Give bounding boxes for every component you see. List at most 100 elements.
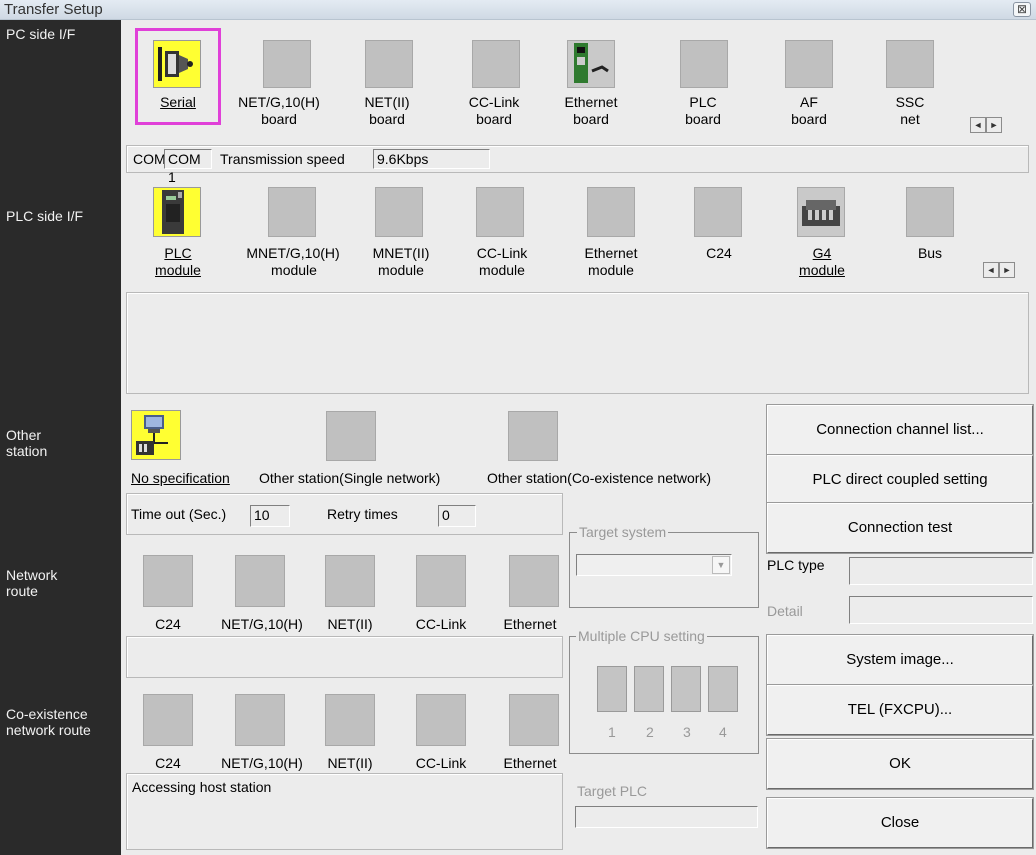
no-specification-label: No specification [131,470,230,486]
plc-side-label: PLC side I/F [6,208,84,224]
com-port-field: COM 1 [164,149,212,185]
detail-label: Detail [767,603,803,619]
scroll-left-icon[interactable]: ◄ [970,117,986,133]
coexistence-net-ii-button[interactable] [325,694,375,746]
network-route-label: C24 [155,616,181,632]
plc-item-label: module [588,262,634,278]
title-bar [0,0,1036,20]
network-route-label: CC-Link [415,616,467,632]
plc-board-button[interactable] [680,40,728,88]
chevron-down-icon[interactable]: ▼ [712,556,730,574]
g4-module-graphic-icon [802,200,840,226]
plc-item-label: module [799,262,845,278]
cpu-3-button[interactable] [671,666,701,712]
coexistence-route-label-1: Co-existence [6,706,88,722]
pc-item-label: board [476,111,512,127]
close-window-button[interactable]: ⊠ [1013,2,1031,17]
pc-item-label: board [685,111,721,127]
plc-item-label: MNET/G,10(H) [246,245,340,261]
network-net-g10h-button[interactable] [235,555,285,607]
serial-connector-icon [158,47,193,81]
cc-link-module-button[interactable] [476,187,524,237]
plc-item-label: MNET(II) [372,245,430,261]
scroll-right-icon[interactable]: ► [986,117,1002,133]
network-ethernet-button[interactable] [509,555,559,607]
cpu-1-button[interactable] [597,666,627,712]
multiple-cpu-legend: Multiple CPU setting [576,628,707,644]
connection-channel-list-button[interactable]: Connection channel list... [766,404,1034,456]
target-system-legend: Target system [577,524,669,540]
tel-fxcpu-button[interactable]: TEL (FXCPU)... [766,684,1034,736]
coexistence-route-label: Ethernet [503,755,557,771]
network-route-label-2: route [6,583,38,599]
network-c24-button[interactable] [143,555,193,607]
plc-module-graphic-icon [162,190,184,234]
ok-button[interactable]: OK [766,738,1034,790]
other-station-coexistence-label: Other station(Co-existence network) [487,470,712,486]
plc-item-label: Bus [917,245,943,261]
cpu-4-button[interactable] [708,666,738,712]
plc-item-label: module [271,262,317,278]
net-g10h-board-button[interactable] [263,40,311,88]
retry-times-input[interactable]: 0 [438,505,476,527]
coexistence-route-label-2: network route [6,722,91,738]
plc-module-icon[interactable] [153,187,201,237]
g4-module-button[interactable] [797,187,845,237]
network-route-label: NET(II) [327,616,373,632]
mnet-ii-module-button[interactable] [375,187,423,237]
coexistence-ethernet-button[interactable] [509,694,559,746]
pc-item-label: PLC [689,94,717,110]
af-board-button[interactable] [785,40,833,88]
pc-item-label: board [369,111,405,127]
plc-item-label: module [479,262,525,278]
cpu-number: 2 [646,724,654,740]
window-title: Transfer Setup [4,1,103,18]
ethernet-module-button[interactable] [587,187,635,237]
other-station-coexistence-network-button[interactable] [508,411,558,461]
cpu-number: 3 [683,724,691,740]
cpu-number: 4 [719,724,727,740]
mnet-g10h-module-button[interactable] [268,187,316,237]
net-ii-board-button[interactable] [365,40,413,88]
transmission-speed-label: Transmission speed [220,151,345,167]
other-station-label-1: Other [6,427,42,443]
target-system-select[interactable] [576,554,732,576]
c24-module-button[interactable] [694,187,742,237]
coexistence-route-label: C24 [155,755,181,771]
coexistence-c24-button[interactable] [143,694,193,746]
coexistence-route-label: NET/G,10(H) [221,755,303,771]
pc-item-label: NET(II) [364,94,410,110]
plc-direct-coupled-setting-button[interactable]: PLC direct coupled setting [766,454,1034,506]
plc-item-label: C24 [706,245,732,261]
ethernet-board-button[interactable] [567,40,615,88]
pc-item-label: AF [800,94,818,110]
connection-test-button[interactable]: Connection test [766,502,1034,554]
coexistence-route-label: CC-Link [415,755,467,771]
other-station-single-label: Other station(Single network) [259,470,441,486]
scroll-right-icon[interactable]: ► [999,262,1015,278]
plc-item-label: module [155,262,201,278]
pc-item-label: Serial [160,94,196,110]
cpu-2-button[interactable] [634,666,664,712]
network-net-ii-button[interactable] [325,555,375,607]
system-image-button[interactable]: System image... [766,634,1034,686]
coexistence-cc-link-button[interactable] [416,694,466,746]
plc-type-field [849,557,1033,585]
pc-item-label: NET/G,10(H) [238,94,320,110]
coexistence-net-g10h-button[interactable] [235,694,285,746]
target-plc-field [575,806,758,828]
no-specification-icon[interactable] [131,410,181,460]
pc-side-label: PC side I/F [6,26,76,42]
coexistence-route-label: NET(II) [327,755,373,771]
bus-module-button[interactable] [906,187,954,237]
plc-item-label: Ethernet [584,245,638,261]
cc-link-board-button[interactable] [472,40,520,88]
other-station-single-network-button[interactable] [326,411,376,461]
serial-icon[interactable] [153,40,201,88]
scroll-left-icon[interactable]: ◄ [983,262,999,278]
close-button[interactable]: Close [766,797,1034,849]
ssc-net-button[interactable] [886,40,934,88]
timeout-input[interactable]: 10 [250,505,290,527]
plc-item-label: CC-Link [476,245,528,261]
network-cc-link-button[interactable] [416,555,466,607]
